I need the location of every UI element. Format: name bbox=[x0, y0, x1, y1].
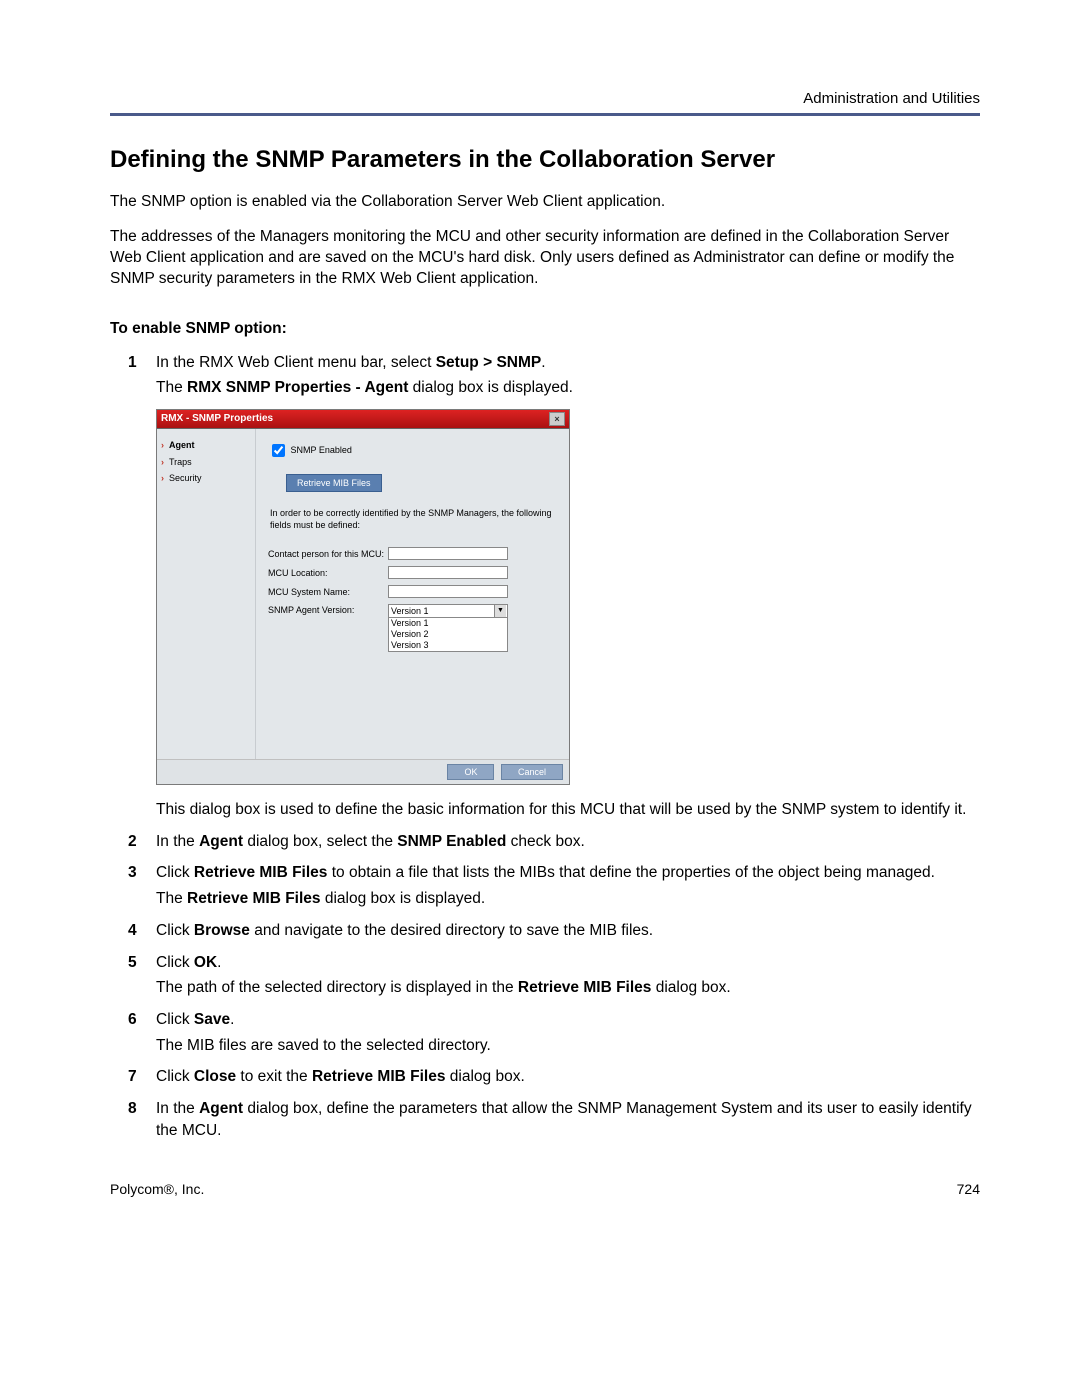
field-version: SNMP Agent Version: Version 1 Version 1 … bbox=[268, 604, 557, 652]
step-8: 8 In the Agent dialog box, define the pa… bbox=[110, 1098, 980, 1141]
intro-paragraph-2: The addresses of the Managers monitoring… bbox=[110, 227, 980, 290]
version-option[interactable]: Version 1 bbox=[389, 618, 507, 629]
step-1: 1 In the RMX Web Client menu bar, select… bbox=[110, 352, 980, 821]
snmp-enabled-label: SNMP Enabled bbox=[291, 445, 352, 455]
step-number: 1 bbox=[128, 352, 137, 374]
step-5: 5 Click OK. The path of the selected dir… bbox=[110, 952, 980, 999]
dialog-nav: Agent Traps Security bbox=[157, 429, 256, 759]
retrieve-mib-button[interactable]: Retrieve MIB Files bbox=[286, 474, 382, 492]
version-options: Version 1 Version 2 Version 3 bbox=[388, 618, 508, 652]
version-option[interactable]: Version 2 bbox=[389, 629, 507, 640]
snmp-properties-dialog: RMX - SNMP Properties × Agent Traps Secu… bbox=[156, 409, 570, 785]
snmp-enabled-row: SNMP Enabled bbox=[268, 441, 557, 460]
dialog-title-text: RMX - SNMP Properties bbox=[161, 412, 273, 426]
intro-paragraph-1: The SNMP option is enabled via the Colla… bbox=[110, 192, 980, 213]
step-number: 8 bbox=[128, 1098, 137, 1120]
field-contact: Contact person for this MCU: bbox=[268, 547, 557, 560]
field-label: Contact person for this MCU: bbox=[268, 548, 388, 561]
step-paragraph: The RMX SNMP Properties - Agent dialog b… bbox=[156, 377, 980, 399]
step-paragraph: This dialog box is used to define the ba… bbox=[156, 799, 980, 821]
step-3: 3 Click Retrieve MIB Files to obtain a f… bbox=[110, 862, 980, 909]
step-bold: Setup > SNMP bbox=[436, 354, 542, 371]
close-icon[interactable]: × bbox=[549, 412, 565, 426]
step-number: 6 bbox=[128, 1009, 137, 1031]
page-footer: Polycom®, Inc. 724 bbox=[110, 1181, 980, 1197]
step-text: . bbox=[541, 354, 545, 371]
location-input[interactable] bbox=[388, 566, 508, 579]
step-paragraph: The MIB files are saved to the selected … bbox=[156, 1035, 980, 1057]
footer-left: Polycom®, Inc. bbox=[110, 1181, 204, 1197]
version-select-wrap: Version 1 Version 1 Version 2 Version 3 bbox=[388, 604, 508, 652]
step-4: 4 Click Browse and navigate to the desir… bbox=[110, 920, 980, 942]
step-7: 7 Click Close to exit the Retrieve MIB F… bbox=[110, 1066, 980, 1088]
step-number: 3 bbox=[128, 862, 137, 884]
step-paragraph: The Retrieve MIB Files dialog box is dis… bbox=[156, 888, 980, 910]
field-sysname: MCU System Name: bbox=[268, 585, 557, 598]
dialog-main: SNMP Enabled Retrieve MIB Files In order… bbox=[256, 429, 569, 759]
dialog-footer: OK Cancel bbox=[157, 759, 569, 784]
page-title: Defining the SNMP Parameters in the Coll… bbox=[110, 146, 980, 174]
contact-input[interactable] bbox=[388, 547, 508, 560]
dialog-titlebar: RMX - SNMP Properties × bbox=[157, 410, 569, 429]
field-location: MCU Location: bbox=[268, 566, 557, 579]
nav-traps[interactable]: Traps bbox=[161, 454, 251, 471]
field-label: SNMP Agent Version: bbox=[268, 604, 388, 617]
nav-security[interactable]: Security bbox=[161, 470, 251, 487]
step-number: 7 bbox=[128, 1066, 137, 1088]
header-section: Administration and Utilities bbox=[110, 90, 980, 107]
step-6: 6 Click Save. The MIB files are saved to… bbox=[110, 1009, 980, 1056]
version-option[interactable]: Version 3 bbox=[389, 640, 507, 651]
step-text: In the RMX Web Client menu bar, select bbox=[156, 354, 436, 371]
field-label: MCU Location: bbox=[268, 567, 388, 580]
step-number: 4 bbox=[128, 920, 137, 942]
steps-list: 1 In the RMX Web Client menu bar, select… bbox=[110, 352, 980, 1142]
document-page: Administration and Utilities Defining th… bbox=[0, 0, 1080, 1257]
snmp-enabled-checkbox[interactable] bbox=[272, 444, 285, 457]
dialog-body: Agent Traps Security SNMP Enabled Retrie… bbox=[157, 429, 569, 759]
sysname-input[interactable] bbox=[388, 585, 508, 598]
footer-right: 724 bbox=[957, 1181, 980, 1197]
step-2: 2 In the Agent dialog box, select the SN… bbox=[110, 831, 980, 853]
nav-agent[interactable]: Agent bbox=[161, 437, 251, 454]
step-number: 5 bbox=[128, 952, 137, 974]
version-select[interactable]: Version 1 bbox=[388, 604, 508, 618]
subheading: To enable SNMP option: bbox=[110, 320, 980, 338]
field-label: MCU System Name: bbox=[268, 586, 388, 599]
step-paragraph: The path of the selected directory is di… bbox=[156, 977, 980, 999]
cancel-button[interactable]: Cancel bbox=[501, 764, 563, 780]
ok-button[interactable]: OK bbox=[447, 764, 494, 780]
dialog-info-text: In order to be correctly identified by t… bbox=[270, 508, 557, 531]
step-number: 2 bbox=[128, 831, 137, 853]
header-rule bbox=[110, 113, 980, 116]
